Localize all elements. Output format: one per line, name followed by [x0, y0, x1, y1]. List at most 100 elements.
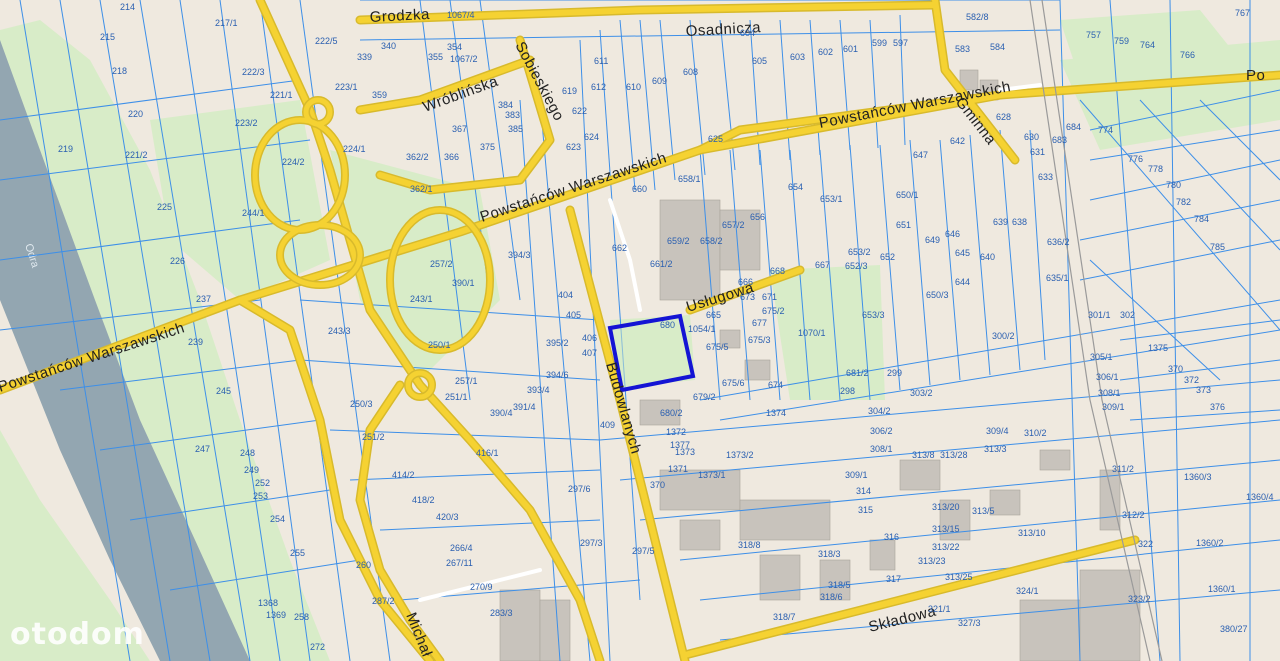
parcel-label: 1373 [675, 447, 695, 457]
parcel-label: 608 [683, 67, 698, 77]
parcel-label: 651 [896, 220, 911, 230]
parcel-label: 767 [1235, 8, 1250, 18]
parcel-label: 318/5 [828, 580, 851, 590]
parcel-label: 667 [815, 260, 830, 270]
parcel-label: 316 [884, 532, 899, 542]
parcel-label: 660 [632, 184, 647, 194]
parcel-label: 665 [706, 310, 721, 320]
street-label-grodzka: Grodzka [369, 6, 430, 26]
parcel-label: 359 [372, 90, 387, 100]
parcel-label: 309/1 [1102, 402, 1125, 412]
parcel-label: 675/6 [722, 378, 745, 388]
parcel-label: 313/3 [984, 444, 1007, 454]
parcel-label: 638 [1012, 217, 1027, 227]
parcel-label: 298 [840, 386, 855, 396]
parcel-label: 245 [216, 386, 231, 396]
parcel-label: 602 [818, 47, 833, 57]
parcel-label: 313/15 [932, 524, 960, 534]
otodom-logo-watermark: otodom [10, 617, 145, 652]
parcel-label: 248 [240, 448, 255, 458]
parcel-label: 612 [591, 82, 606, 92]
parcel-label: 597 [893, 38, 908, 48]
parcel-label: 684 [1066, 122, 1081, 132]
parcel-label: 243/1 [410, 294, 433, 304]
parcel-label: 367 [452, 124, 467, 134]
parcel-label: 309/4 [986, 426, 1009, 436]
parcel-label: 610 [626, 82, 641, 92]
parcel-label: 406 [582, 333, 597, 343]
parcel-label: 414/2 [392, 470, 415, 480]
street-label-powstancow-4: Po [1246, 67, 1265, 84]
parcel-label: 409 [600, 420, 615, 430]
parcel-label: 393/4 [527, 385, 550, 395]
parcel-label: 313/5 [972, 506, 995, 516]
parcel-label: 303/2 [910, 388, 933, 398]
parcel-label: 313/10 [1018, 528, 1046, 538]
parcel-label: 656 [750, 212, 765, 222]
parcel-label: 405 [566, 310, 581, 320]
parcel-label: 297/3 [580, 538, 603, 548]
parcel-label: 679/2 [693, 392, 716, 402]
parcel-label: 624 [584, 132, 599, 142]
parcel-label: 1369 [266, 610, 286, 620]
parcel-label: 305/1 [1090, 352, 1113, 362]
parcel-label: 611 [594, 56, 608, 66]
parcel-label: 642 [950, 136, 965, 146]
parcel-label: 312/2 [1122, 510, 1145, 520]
parcel-label: 1368 [258, 598, 278, 608]
parcel-label: 778 [1148, 164, 1163, 174]
parcel-label: 603 [790, 52, 805, 62]
parcel-label: 372 [1184, 375, 1199, 385]
parcel-label: 628 [996, 112, 1011, 122]
parcel-label: 362/1 [410, 184, 433, 194]
cadastral-map[interactable]: Odra Grodzka Osadnicza Wróblińska Sobies… [0, 0, 1280, 661]
parcel-label: 311/2 [1112, 464, 1134, 474]
parcel-label: 661/2 [650, 259, 673, 269]
parcel-label: 1360/1 [1208, 584, 1236, 594]
parcel-label: 766 [1180, 50, 1195, 60]
parcel-label: 299 [887, 368, 902, 378]
parcel-label: 215 [100, 32, 115, 42]
parcel-label: 283/3 [490, 608, 513, 618]
parcel-label: 644 [955, 277, 970, 287]
parcel-label: 653/1 [820, 194, 843, 204]
parcel-label: 255 [290, 548, 305, 558]
parcel-label: 260 [356, 560, 371, 570]
parcel-label: 1360/2 [1196, 538, 1224, 548]
parcel-label: 395/2 [546, 338, 569, 348]
parcel-label: 254 [270, 514, 285, 524]
parcel-label: 635/1 [1046, 273, 1069, 283]
parcel-label: 321/1 [928, 604, 951, 614]
parcel-label: 654 [788, 182, 803, 192]
parcel-label: 666 [738, 277, 753, 287]
parcel-label: 420/3 [436, 512, 459, 522]
parcel-label: 251/2 [362, 432, 385, 442]
parcel-label: 250/3 [350, 399, 373, 409]
parcel-label: 313/25 [945, 572, 973, 582]
parcel-label: 315 [858, 505, 873, 515]
parcel-label: 636/2 [1047, 237, 1070, 247]
parcel-label: 601 [843, 44, 858, 54]
parcel-label: 339 [357, 52, 372, 62]
parcel-label: 1360/4 [1246, 492, 1274, 502]
parcel-label: 223/2 [235, 118, 258, 128]
parcel-label: 218 [112, 66, 127, 76]
parcel-label: 223/1 [335, 82, 358, 92]
parcel-label: 646 [945, 229, 960, 239]
parcel-label: 659/2 [667, 236, 690, 246]
parcel-label: 407 [582, 348, 597, 358]
parcel-label: 657/2 [722, 220, 745, 230]
parcel-label: 653/3 [862, 310, 885, 320]
parcel-label: 630 [1024, 132, 1039, 142]
parcel-label: 373 [1196, 385, 1211, 395]
parcel-label: 222/5 [315, 36, 338, 46]
parcel-label: 782 [1176, 197, 1191, 207]
parcel-label: 394/3 [508, 250, 531, 260]
parcel-label: 631 [1030, 147, 1045, 157]
parcel-label: 380/27 [1220, 624, 1248, 634]
parcel-label: 224/2 [282, 157, 305, 167]
parcel-label: 639 [993, 217, 1008, 227]
parcel-label: 327/3 [958, 618, 981, 628]
parcel-label: 253 [253, 491, 268, 501]
parcel-label: 640 [980, 252, 995, 262]
